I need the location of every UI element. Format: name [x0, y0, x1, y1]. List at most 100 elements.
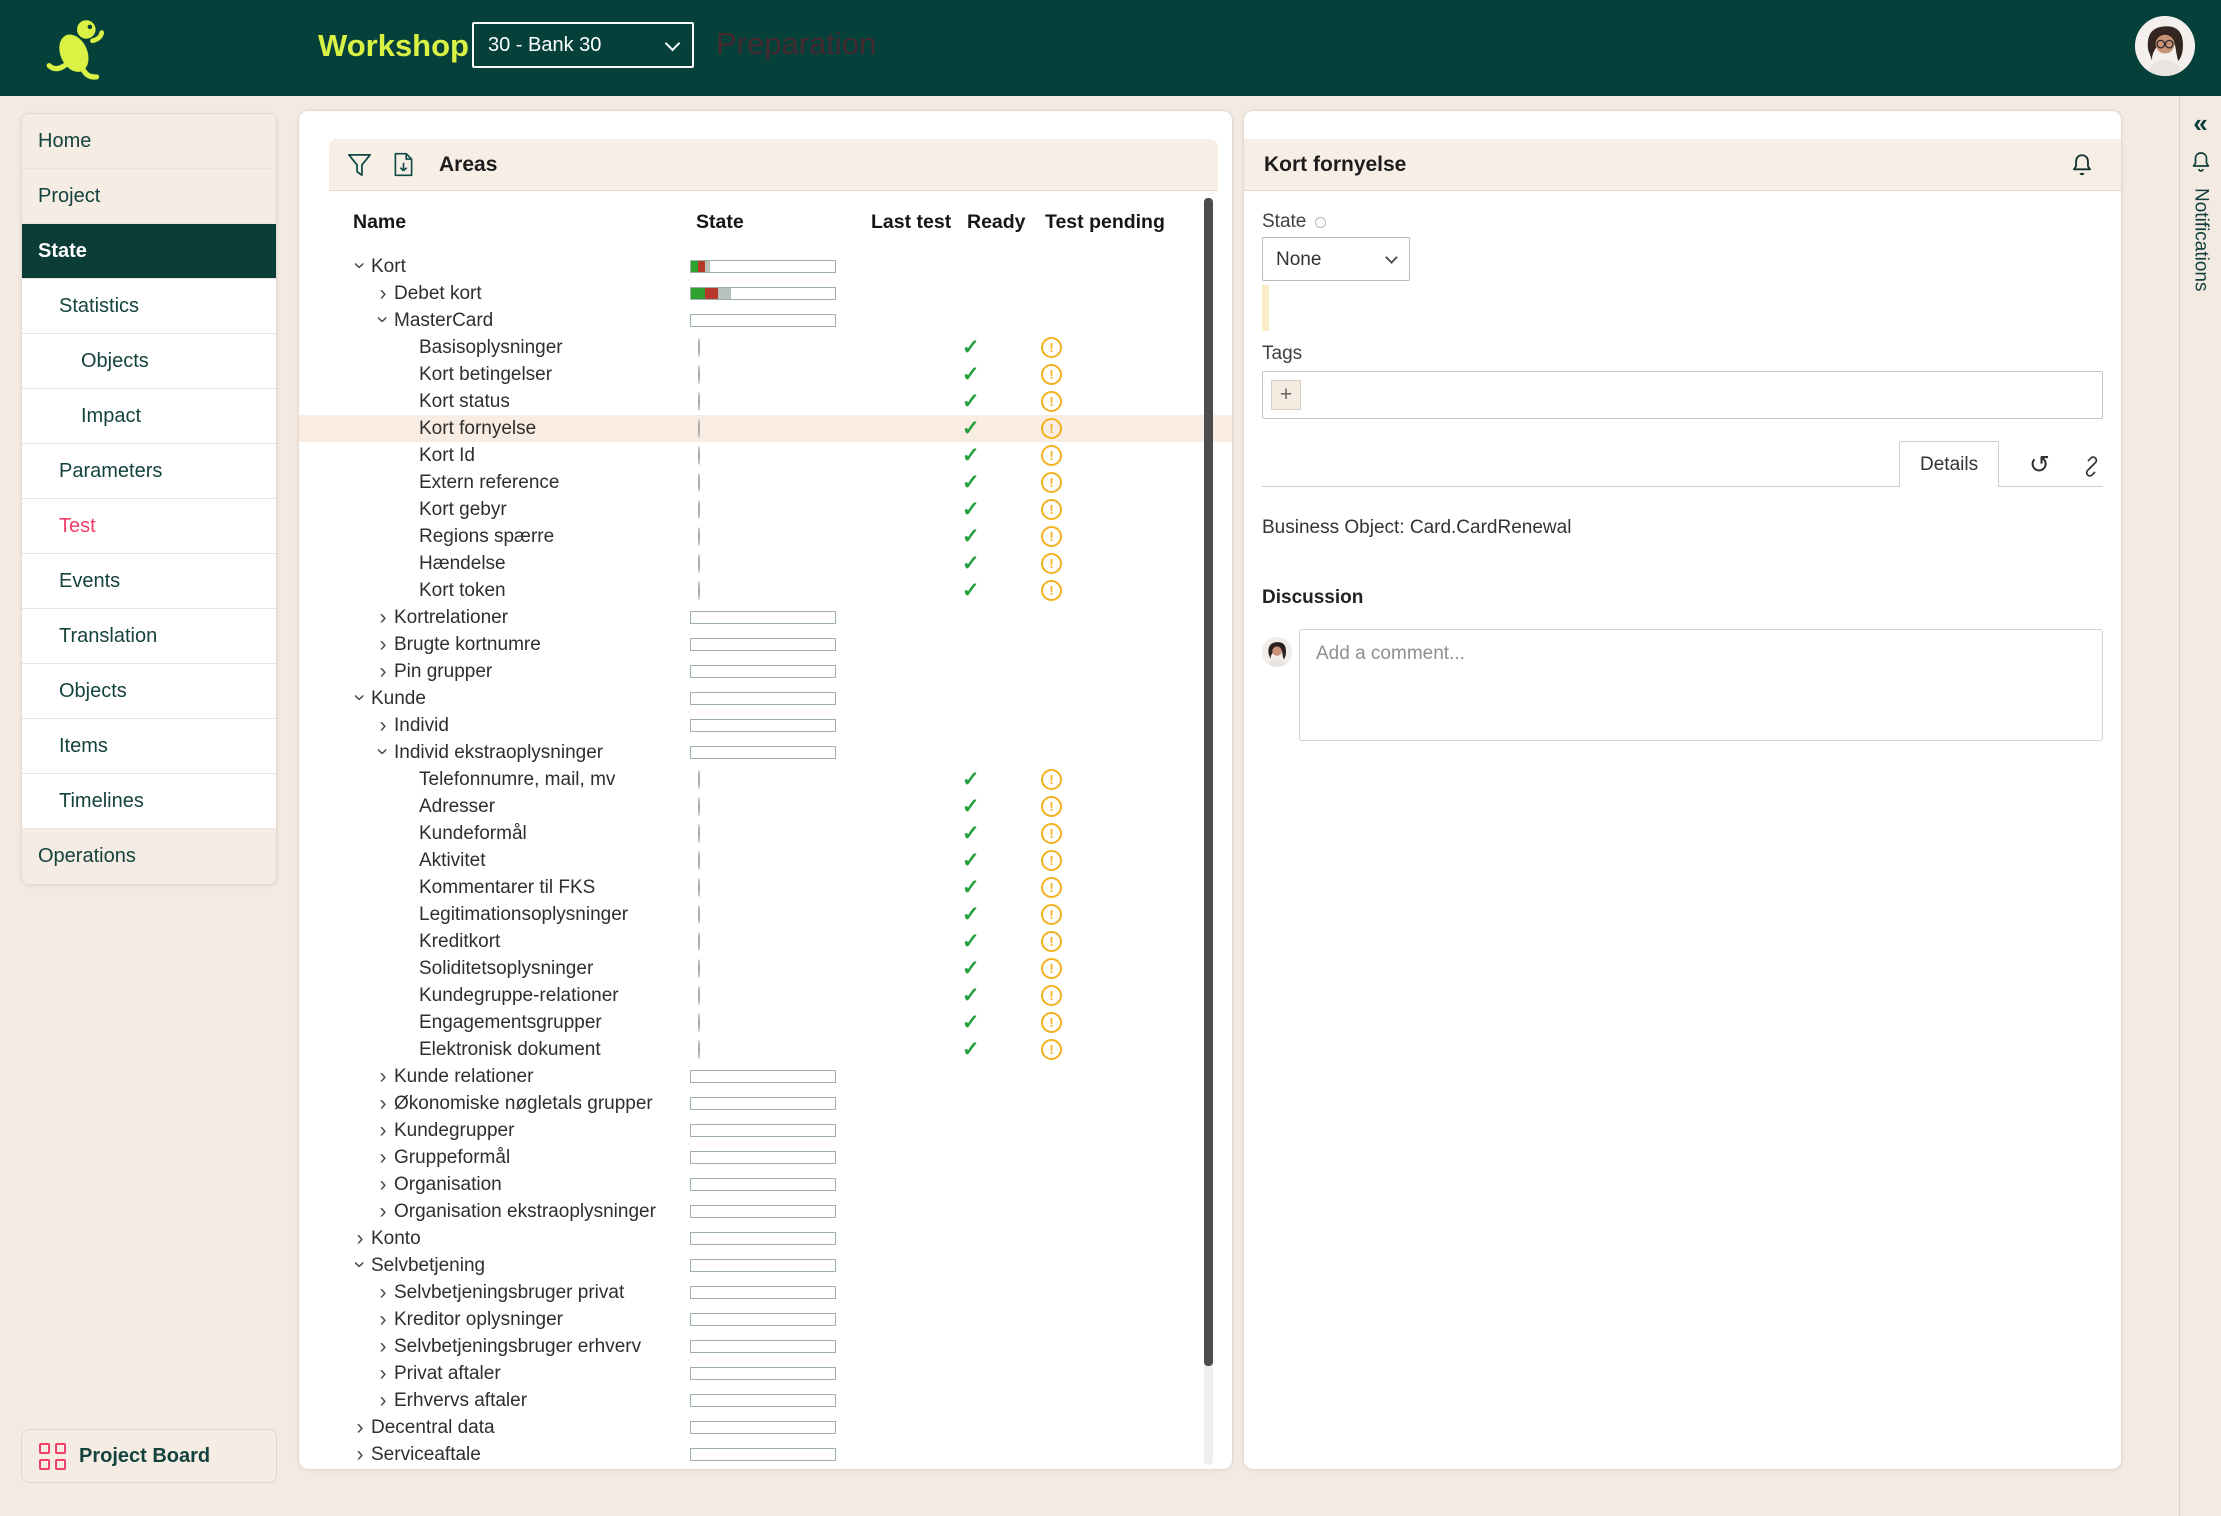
area-row-gruppeform-l[interactable]: ›Gruppeformål	[299, 1144, 1232, 1171]
chevron-closed-icon[interactable]: ›	[372, 1390, 394, 1411]
area-row-kort-token[interactable]: Kort token✓!	[299, 577, 1232, 604]
chevron-closed-icon[interactable]: ›	[349, 1444, 371, 1465]
chevron-open-icon[interactable]: ›	[373, 741, 394, 763]
chevron-closed-icon[interactable]: ›	[372, 1336, 394, 1357]
tab-details[interactable]: Details	[1899, 441, 1999, 487]
sidebar-item-statistics[interactable]: Statistics	[22, 279, 276, 334]
subscribe-bell-icon[interactable]	[2069, 152, 2095, 178]
area-row-mastercard[interactable]: ›MasterCard	[299, 307, 1232, 334]
area-row-legitimationsoplysninger[interactable]: Legitimationsoplysninger✓!	[299, 901, 1232, 928]
project-board-button[interactable]: Project Board	[21, 1429, 277, 1483]
chevron-closed-icon[interactable]: ›	[372, 661, 394, 682]
area-row-extern-reference[interactable]: Extern reference✓!	[299, 469, 1232, 496]
chevron-closed-icon[interactable]: ›	[349, 1228, 371, 1249]
sidebar-item-project[interactable]: Project	[22, 169, 276, 224]
area-row-soliditetsoplysninger[interactable]: Soliditetsoplysninger✓!	[299, 955, 1232, 982]
area-row-basisoplysninger[interactable]: Basisoplysninger✓!	[299, 334, 1232, 361]
area-row-organisation-ekstraoplysninger[interactable]: ›Organisation ekstraoplysninger	[299, 1198, 1232, 1225]
chevron-open-icon[interactable]: ›	[350, 687, 371, 709]
area-row-kort-status[interactable]: Kort status✓!	[299, 388, 1232, 415]
sidebar-item-objects[interactable]: Objects	[22, 334, 276, 389]
area-row-kreditkort[interactable]: Kreditkort✓!	[299, 928, 1232, 955]
area-row-telefonnumre-mail-mv[interactable]: Telefonnumre, mail, mv✓!	[299, 766, 1232, 793]
chevron-closed-icon[interactable]: ›	[372, 283, 394, 304]
chevron-closed-icon[interactable]: ›	[372, 607, 394, 628]
area-row-kort-fornyelse[interactable]: Kort fornyelse✓!	[299, 415, 1232, 442]
export-report-icon[interactable]	[390, 150, 417, 179]
area-row-kort[interactable]: ›Kort	[299, 253, 1232, 280]
area-row-selvbetjening[interactable]: ›Selvbetjening	[299, 1252, 1232, 1279]
area-row-adresser[interactable]: Adresser✓!	[299, 793, 1232, 820]
sidebar-item-test[interactable]: Test	[22, 499, 276, 554]
area-row-kundeform-l[interactable]: Kundeformål✓!	[299, 820, 1232, 847]
area-row-kundegrupper[interactable]: ›Kundegrupper	[299, 1117, 1232, 1144]
bell-icon[interactable]	[2189, 150, 2213, 174]
chevron-closed-icon[interactable]: ›	[372, 1201, 394, 1222]
workspace-selector[interactable]: 30 - Bank 30	[472, 22, 694, 68]
area-row-erhvervs-aftaler[interactable]: ›Erhvervs aftaler	[299, 1387, 1232, 1414]
chevron-closed-icon[interactable]: ›	[372, 1120, 394, 1141]
area-row-brugte-kortnumre[interactable]: ›Brugte kortnumre	[299, 631, 1232, 658]
sidebar-item-events[interactable]: Events	[22, 554, 276, 609]
area-row-kort-betingelser[interactable]: Kort betingelser✓!	[299, 361, 1232, 388]
area-row-kortrelationer[interactable]: ›Kortrelationer	[299, 604, 1232, 631]
area-row-pin-grupper[interactable]: ›Pin grupper	[299, 658, 1232, 685]
state-select[interactable]: None	[1262, 237, 1410, 281]
area-row-kreditor-oplysninger[interactable]: ›Kreditor oplysninger	[299, 1306, 1232, 1333]
chevron-open-icon[interactable]: ›	[350, 255, 371, 277]
area-row-kundegruppe-relationer[interactable]: Kundegruppe-relationer✓!	[299, 982, 1232, 1009]
sidebar-item-operations[interactable]: Operations	[22, 829, 276, 884]
area-row-individ[interactable]: ›Individ	[299, 712, 1232, 739]
history-icon[interactable]: ↺	[2029, 453, 2050, 486]
chevron-closed-icon[interactable]: ›	[349, 1417, 371, 1438]
add-tag-button[interactable]: +	[1271, 380, 1301, 410]
filter-icon[interactable]	[345, 150, 374, 179]
area-row-kunde[interactable]: ›Kunde	[299, 685, 1232, 712]
area-row-serviceaftale[interactable]: ›Serviceaftale	[299, 1441, 1232, 1468]
sidebar-item-items[interactable]: Items	[22, 719, 276, 774]
area-row-engagementsgrupper[interactable]: Engagementsgrupper✓!	[299, 1009, 1232, 1036]
area-row-individ-ekstraoplysninger[interactable]: ›Individ ekstraoplysninger	[299, 739, 1232, 766]
area-row-selvbetjeningsbruger-privat[interactable]: ›Selvbetjeningsbruger privat	[299, 1279, 1232, 1306]
chevron-closed-icon[interactable]: ›	[372, 1147, 394, 1168]
area-row-selvbetjeningsbruger-erhverv[interactable]: ›Selvbetjeningsbruger erhverv	[299, 1333, 1232, 1360]
link-icon[interactable]	[2080, 455, 2103, 486]
state-selector[interactable]: None	[1262, 237, 1410, 281]
chevron-closed-icon[interactable]: ›	[372, 1282, 394, 1303]
chevron-closed-icon[interactable]: ›	[372, 1309, 394, 1330]
sidebar-item-state[interactable]: State	[22, 224, 276, 279]
area-row-regions-sp-rre[interactable]: Regions spærre✓!	[299, 523, 1232, 550]
area-row-h-ndelse[interactable]: Hændelse✓!	[299, 550, 1232, 577]
sidebar-item-objects[interactable]: Objects	[22, 664, 276, 719]
area-row-elektronisk-dokument[interactable]: Elektronisk dokument✓!	[299, 1036, 1232, 1063]
tags-input[interactable]: +	[1262, 371, 2103, 419]
chevron-open-icon[interactable]: ›	[350, 1254, 371, 1276]
comment-input[interactable]: Add a comment...	[1299, 629, 2103, 741]
sidebar-item-parameters[interactable]: Parameters	[22, 444, 276, 499]
chevron-closed-icon[interactable]: ›	[372, 634, 394, 655]
sidebar-item-timelines[interactable]: Timelines	[22, 774, 276, 829]
area-row-decentral-data[interactable]: ›Decentral data	[299, 1414, 1232, 1441]
workspace-select[interactable]: 30 - Bank 30	[472, 22, 694, 68]
area-row-aktivitet[interactable]: Aktivitet✓!	[299, 847, 1232, 874]
area-row-organisation[interactable]: ›Organisation	[299, 1171, 1232, 1198]
area-row-kort-gebyr[interactable]: Kort gebyr✓!	[299, 496, 1232, 523]
area-row-privat-aftaler[interactable]: ›Privat aftaler	[299, 1360, 1232, 1387]
chevron-closed-icon[interactable]: ›	[372, 1066, 394, 1087]
sidebar-item-impact[interactable]: Impact	[22, 389, 276, 444]
scrollbar-thumb[interactable]	[1204, 198, 1213, 1366]
area-row-kunde-relationer[interactable]: ›Kunde relationer	[299, 1063, 1232, 1090]
sidebar-item-home[interactable]: Home	[22, 114, 276, 169]
area-row-konto[interactable]: ›Konto	[299, 1225, 1232, 1252]
area-row-konomiske-n-gletals-grupper[interactable]: ›Økonomiske nøgletals grupper	[299, 1090, 1232, 1117]
area-row-debet-kort[interactable]: ›Debet kort	[299, 280, 1232, 307]
user-avatar[interactable]	[2135, 16, 2195, 76]
collapse-panel-icon[interactable]: «	[2193, 110, 2207, 136]
sidebar-item-translation[interactable]: Translation	[22, 609, 276, 664]
chevron-open-icon[interactable]: ›	[373, 309, 394, 331]
chevron-closed-icon[interactable]: ›	[372, 1174, 394, 1195]
area-row-kort-id[interactable]: Kort Id✓!	[299, 442, 1232, 469]
area-row-kommentarer-til-fks[interactable]: Kommentarer til FKS✓!	[299, 874, 1232, 901]
chevron-closed-icon[interactable]: ›	[372, 1363, 394, 1384]
chevron-closed-icon[interactable]: ›	[372, 715, 394, 736]
